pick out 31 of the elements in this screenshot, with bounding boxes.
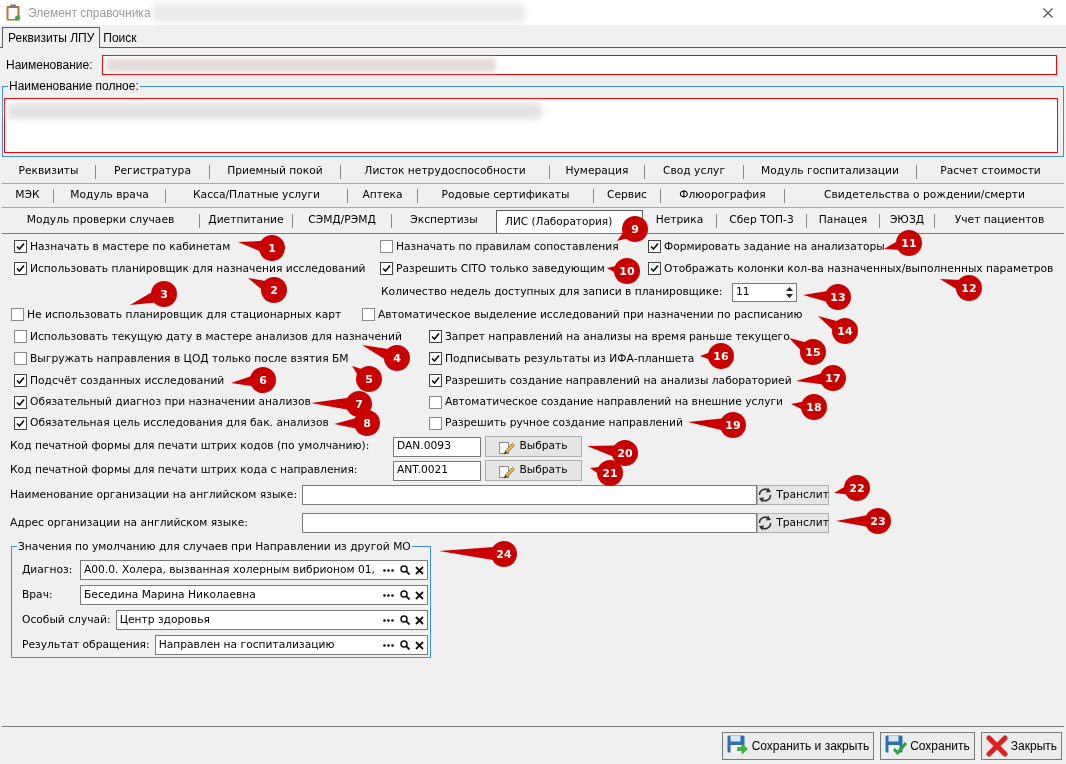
field-label: Диагноз: bbox=[22, 561, 74, 578]
checkbox-label: Назначать в мастере по кабинетам bbox=[30, 238, 231, 255]
checkbox-label: Отображать колонки кол-ва назначенных/выполненных параметров bbox=[664, 260, 1054, 277]
checkbox-label: Разрешить CITO только заведующим bbox=[396, 260, 605, 277]
checkbox-label: Обязательный диагноз при назначении анализов bbox=[30, 394, 311, 411]
checkbox-label: Разрешить создание направлений на анализы лабораторией bbox=[445, 372, 792, 389]
checkbox-label: Подсчёт созданных исследований bbox=[30, 372, 225, 389]
checkbox-label: Запрет направлений на анализы на время раньше текущего bbox=[445, 328, 790, 345]
field-label: Код печатной формы для печати штрих кодов (по умолчанию): bbox=[10, 438, 371, 455]
group-title: Наименование полное: bbox=[8, 79, 140, 93]
checkbox-label: Не использовать планировщик для стационарных карт bbox=[27, 306, 342, 323]
field-label: Код печатной формы для печати штрих кода с направления: bbox=[10, 462, 359, 479]
checkbox-label: Автоматическое выделение исследований при назначении по расписанию bbox=[378, 306, 803, 323]
checkbox-label: Использовать планировщик для назначения исследований bbox=[30, 260, 366, 277]
field-label: Результат обращения: bbox=[22, 636, 150, 653]
checkbox-label: Выгружать направления в ЦОД только после взятия БМ bbox=[30, 350, 349, 367]
checkbox-label: Назначать по правилам сопоставления bbox=[396, 238, 619, 255]
checkbox-label: Обязательная цель исследования для бак. анализов bbox=[30, 415, 329, 432]
group-title: Значения по умолчанию для случаев при Направлении из другой МО bbox=[17, 540, 412, 553]
field-label: Наименование организации на английском языке: bbox=[10, 486, 298, 503]
field-label: Количество недель доступных для записи в планировщике: bbox=[381, 283, 724, 300]
checkbox-label: Формировать задание на анализаторы bbox=[664, 238, 885, 255]
window-title: Элемент справочника bbox=[28, 4, 151, 22]
field-label: Наименование: bbox=[6, 57, 94, 74]
field-label: Адрес организации на английском языке: bbox=[10, 514, 249, 531]
field-label: Врач: bbox=[22, 586, 54, 603]
checkbox-label: Использовать текущую дату в мастере анализов для назначений bbox=[30, 328, 402, 345]
checkbox-label: Автоматическое создание направлений на внешние услуги bbox=[445, 394, 784, 411]
field-label: Особый случай: bbox=[22, 611, 111, 628]
checkbox-label: Разрешить ручное создание направлений bbox=[445, 415, 683, 432]
checkbox-label: Подписывать результаты из ИФА-планшета bbox=[445, 350, 695, 367]
